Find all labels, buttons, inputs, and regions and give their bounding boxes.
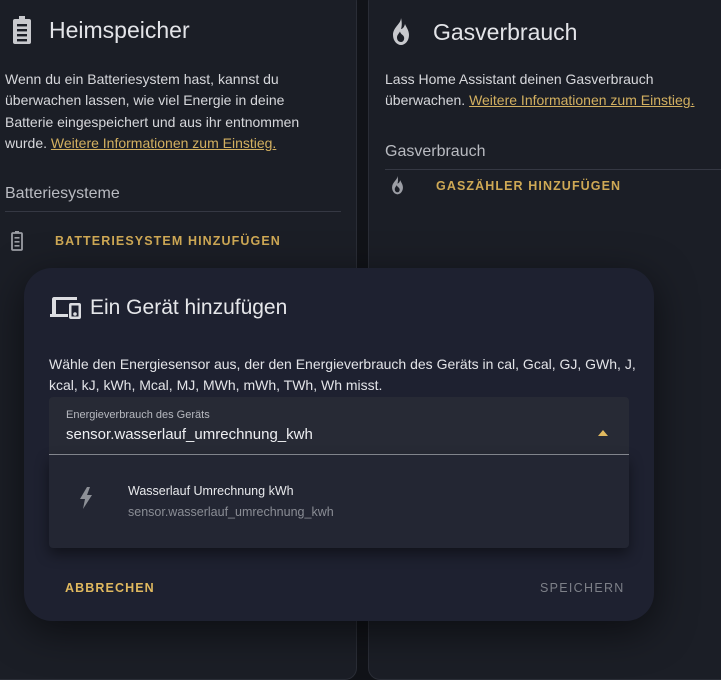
battery-card-description: Wenn du ein Batteriesystem hast, kannst …	[5, 69, 335, 154]
save-button[interactable]: SPEICHERN	[540, 581, 625, 595]
battery-card-header: Heimspeicher	[13, 16, 190, 44]
gas-card-description: Lass Home Assistant deinen Gasverbrauch …	[385, 69, 721, 112]
gas-divider	[385, 169, 721, 170]
dialog-description: Wähle den Energiesensor aus, der den Ene…	[49, 356, 636, 393]
fire-outline-icon	[390, 176, 405, 195]
option-primary-text: Wasserlauf Umrechnung kWh	[128, 484, 294, 498]
add-gas-meter-button[interactable]: GASZÄHLER HINZUFÜGEN	[390, 176, 621, 195]
battery-divider	[5, 211, 341, 212]
add-battery-button[interactable]: BATTERIESYSTEM HINZUFÜGEN	[11, 231, 281, 251]
battery-info-link[interactable]: Weitere Informationen zum Einstieg.	[51, 135, 276, 151]
battery-outline-icon	[11, 231, 23, 251]
add-battery-label: BATTERIESYSTEM HINZUFÜGEN	[55, 234, 281, 248]
dialog-header: Ein Gerät hinzufügen	[50, 296, 287, 320]
gas-section-label: Gasverbrauch	[385, 143, 486, 160]
select-value: sensor.wasserlauf_umrechnung_kwh	[66, 426, 313, 443]
arrow-up-icon[interactable]	[598, 423, 608, 441]
battery-icon	[13, 16, 31, 44]
gas-card-header: Gasverbrauch	[390, 18, 577, 46]
flash-icon	[79, 487, 93, 509]
gas-info-link[interactable]: Weitere Informationen zum Einstieg.	[469, 92, 694, 108]
gas-card-title: Gasverbrauch	[433, 18, 578, 45]
sensor-dropdown-list: Wasserlauf Umrechnung kWh sensor.wasserl…	[49, 455, 629, 548]
devices-icon	[50, 296, 82, 320]
add-gas-meter-label: GASZÄHLER HINZUFÜGEN	[436, 178, 622, 193]
fire-icon	[390, 18, 412, 46]
dialog-title: Ein Gerät hinzufügen	[90, 296, 288, 319]
list-item[interactable]: Wasserlauf Umrechnung kWh sensor.wasserl…	[49, 465, 629, 535]
cancel-button[interactable]: ABBRECHEN	[65, 581, 155, 595]
battery-section-label: Batteriesysteme	[5, 185, 120, 202]
option-secondary-text: sensor.wasserlauf_umrechnung_kwh	[128, 505, 334, 519]
energy-sensor-select[interactable]: Energieverbrauch des Geräts sensor.wasse…	[49, 397, 629, 455]
battery-card-title: Heimspeicher	[49, 16, 190, 43]
select-label: Energieverbrauch des Geräts	[66, 409, 210, 421]
add-device-dialog: Ein Gerät hinzufügen Wähle den Energiese…	[24, 268, 654, 621]
